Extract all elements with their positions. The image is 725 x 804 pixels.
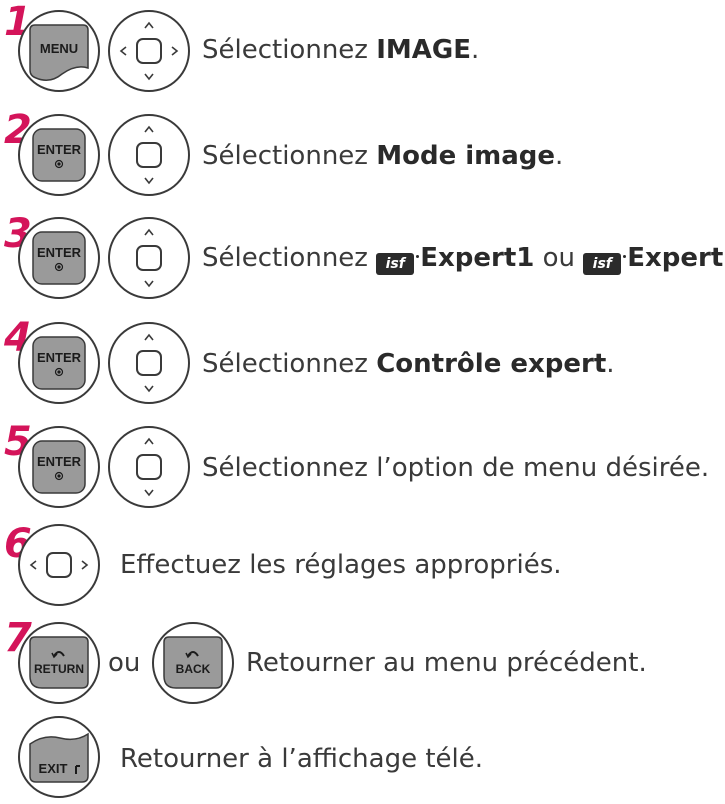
enter-button-icon: ENTER	[16, 424, 102, 510]
menu-button-label: MENU	[39, 41, 79, 56]
enter-button-icon: ENTER	[16, 320, 102, 406]
exit-button-icon: EXIT	[16, 714, 102, 800]
enter-button-icon: ENTER	[16, 112, 102, 198]
navigation-pad-icon	[106, 215, 192, 301]
return-button-icon: RETURN	[16, 620, 102, 706]
step-6-instruction: Effectuez les réglages appropriés.	[120, 550, 562, 580]
enter-button-label: ENTER	[36, 350, 82, 365]
connector-ou: ou	[108, 648, 141, 678]
step-7-instruction: Retourner au menu précédent.	[246, 648, 647, 678]
enter-button-label: ENTER	[36, 454, 82, 469]
navigation-pad-icon	[106, 320, 192, 406]
step-3-instruction: Sélectionnez isfExpert1 ou isfExpert2.	[202, 243, 725, 275]
isf-logo-icon: isf	[376, 253, 420, 275]
enter-button-icon: ENTER	[16, 215, 102, 301]
step-4-instruction: Sélectionnez Contrôle expert.	[202, 349, 615, 379]
navigation-pad-icon	[106, 424, 192, 510]
isf-logo-icon: isf	[583, 253, 627, 275]
step-1-instruction: Sélectionnez IMAGE.	[202, 35, 480, 65]
step-5-instruction: Sélectionnez l’option de menu désirée.	[202, 453, 710, 483]
exit-instruction: Retourner à l’affichage télé.	[120, 744, 484, 774]
navigation-pad-icon	[106, 112, 192, 198]
return-button-label: RETURN	[34, 662, 84, 676]
step-2-instruction: Sélectionnez Mode image.	[202, 141, 564, 171]
back-button-icon: BACK	[150, 620, 236, 706]
navigation-pad-icon	[106, 8, 192, 94]
navigation-pad-icon	[16, 522, 102, 608]
back-button-label: BACK	[175, 662, 211, 676]
enter-button-label: ENTER	[36, 142, 82, 157]
enter-button-label: ENTER	[36, 245, 82, 260]
exit-button-label: EXIT	[38, 761, 68, 776]
menu-button-icon: MENU	[16, 8, 102, 94]
